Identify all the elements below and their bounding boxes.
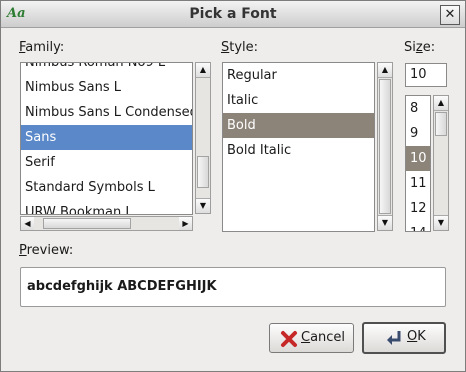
style-item[interactable]: Regular: [223, 63, 374, 88]
family-item[interactable]: Serif: [21, 150, 192, 175]
style-list[interactable]: Regular Italic Bold Bold Italic: [222, 62, 375, 232]
red-x-icon: [281, 331, 297, 347]
ok-button[interactable]: OK: [362, 322, 446, 354]
family-label: Family:: [19, 40, 65, 55]
window-title: Pick a Font: [189, 6, 277, 22]
cancel-button[interactable]: Cancel: [269, 323, 354, 353]
close-button[interactable]: ✕: [440, 5, 460, 25]
style-item[interactable]: Bold Italic: [223, 138, 374, 163]
font-dialog: Aa Pick a Font ✕ Family: Nimbus Roman No…: [0, 0, 466, 372]
family-horizontal-scrollbar[interactable]: ◀ ▶: [20, 216, 193, 231]
size-item[interactable]: 8: [406, 96, 430, 121]
scroll-thumb[interactable]: [43, 218, 131, 229]
enter-arrow-icon: [387, 331, 401, 345]
size-item[interactable]: 9: [406, 121, 430, 146]
family-list[interactable]: Nimbus Roman No9 L Nimbus Sans L Nimbus …: [20, 62, 193, 215]
preview-area[interactable]: abcdefghijk ABCDEFGHIJK: [20, 267, 446, 307]
family-item[interactable]: URW Bookman L: [21, 200, 192, 214]
family-item[interactable]: Nimbus Sans L: [21, 75, 192, 100]
style-item-selected[interactable]: Bold: [223, 113, 374, 138]
scroll-down-arrow-icon[interactable]: ▼: [434, 215, 448, 230]
style-label: Style:: [221, 40, 259, 55]
scroll-up-arrow-icon[interactable]: ▲: [378, 63, 392, 78]
cancel-label: Cancel: [301, 330, 346, 345]
close-icon: ✕: [444, 7, 456, 22]
preview-label: Preview:: [19, 243, 74, 258]
family-item-selected[interactable]: Sans: [21, 125, 192, 150]
scroll-thumb[interactable]: [435, 112, 447, 136]
family-item[interactable]: Nimbus Sans L Condensed: [21, 100, 192, 125]
size-vertical-scrollbar[interactable]: ▲ ▼: [433, 95, 449, 231]
size-label: Size:: [404, 40, 436, 55]
style-item[interactable]: Italic: [223, 88, 374, 113]
size-item[interactable]: 12: [406, 196, 430, 221]
preview-text: abcdefghijk ABCDEFGHIJK: [27, 279, 217, 294]
scroll-up-arrow-icon[interactable]: ▲: [434, 96, 448, 111]
ok-label: OK: [407, 329, 426, 344]
scroll-thumb[interactable]: [379, 79, 391, 214]
scroll-up-arrow-icon[interactable]: ▲: [196, 63, 210, 78]
title-bar[interactable]: Aa Pick a Font ✕: [1, 1, 465, 28]
size-list[interactable]: 8 9 10 11 12 14: [405, 95, 431, 232]
style-vertical-scrollbar[interactable]: ▲ ▼: [377, 62, 393, 231]
size-input[interactable]: 10: [405, 63, 447, 87]
scroll-down-arrow-icon[interactable]: ▼: [196, 198, 210, 213]
family-item[interactable]: Nimbus Roman No9 L: [21, 63, 192, 75]
size-item[interactable]: 14: [406, 221, 430, 231]
scroll-down-arrow-icon[interactable]: ▼: [378, 215, 392, 230]
size-item-selected[interactable]: 10: [406, 146, 430, 171]
family-item[interactable]: Standard Symbols L: [21, 175, 192, 200]
family-vertical-scrollbar[interactable]: ▲ ▼: [195, 62, 211, 214]
scroll-left-arrow-icon[interactable]: ◀: [21, 217, 34, 230]
scroll-right-arrow-icon[interactable]: ▶: [179, 217, 192, 230]
scroll-thumb[interactable]: [197, 156, 209, 188]
size-item[interactable]: 11: [406, 171, 430, 196]
